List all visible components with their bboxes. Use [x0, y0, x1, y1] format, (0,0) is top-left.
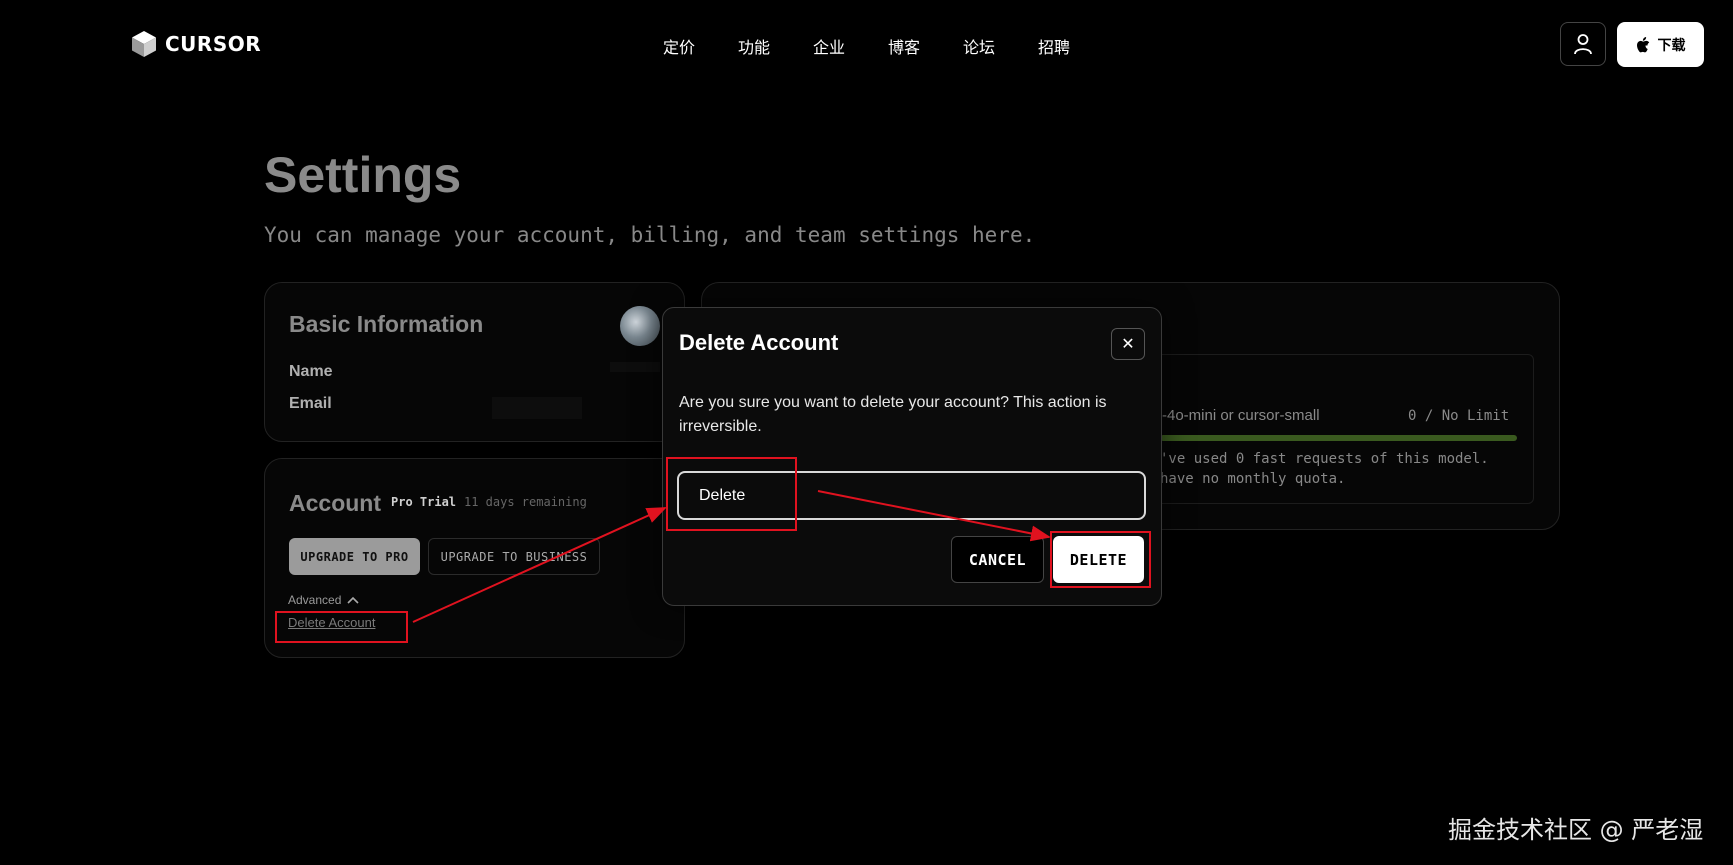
dialog-message: Are you sure you want to delete your acc…	[679, 394, 1107, 435]
upgrade-to-pro-button[interactable]: UPGRADE TO PRO	[289, 538, 420, 575]
usage-value: 0 / No Limit	[1408, 408, 1510, 424]
dialog-title: Delete Account	[679, 330, 839, 355]
email-value-redacted	[492, 397, 582, 419]
nav-features[interactable]: 功能	[734, 34, 774, 58]
page-subtitle: You can manage your account, billing, an…	[264, 223, 1036, 247]
highlight-delete-link	[275, 611, 408, 643]
download-label: 下载	[1657, 37, 1686, 54]
highlight-input	[666, 457, 797, 531]
account-title: Account	[289, 490, 381, 516]
dialog-close-button[interactable]: ✕	[1111, 328, 1145, 360]
usage-model-name: -4o-mini or cursor-small	[1162, 407, 1320, 424]
advanced-label: Advanced	[288, 593, 342, 607]
plan-badge: Pro Trial	[391, 495, 457, 509]
watermark: 掘金技术社区 @ 严老湿	[1448, 816, 1704, 844]
trial-remaining: 11 days remaining	[464, 495, 587, 509]
advanced-toggle[interactable]: Advanced	[288, 593, 359, 607]
download-button[interactable]: 下载	[1617, 22, 1704, 67]
usage-note-line2: have no monthly quota.	[1160, 471, 1346, 487]
close-icon: ✕	[1121, 336, 1135, 353]
nav-blog[interactable]: 博客	[884, 34, 924, 58]
name-value-redacted	[610, 362, 660, 372]
chevron-up-icon	[347, 596, 359, 604]
page-title: Settings	[264, 147, 462, 203]
main-nav: 定价 功能 企业 博客 论坛 招聘	[0, 34, 1733, 58]
usage-progress-bar	[1160, 435, 1517, 441]
nav-careers[interactable]: 招聘	[1034, 34, 1074, 58]
highlight-delete-button	[1050, 531, 1151, 588]
email-label: Email	[289, 395, 332, 412]
avatar[interactable]	[620, 306, 660, 346]
cancel-button[interactable]: CANCEL	[951, 536, 1044, 583]
nav-pricing[interactable]: 定价	[659, 34, 699, 58]
upgrade-to-business-button[interactable]: UPGRADE TO BUSINESS	[428, 538, 600, 575]
basic-info-title: Basic Information	[289, 311, 484, 337]
name-label: Name	[289, 363, 333, 380]
user-icon	[1574, 34, 1592, 55]
nav-enterprise[interactable]: 企业	[809, 34, 849, 58]
apple-icon	[1636, 36, 1649, 52]
account-button[interactable]	[1560, 22, 1606, 66]
nav-forum[interactable]: 论坛	[959, 34, 999, 58]
usage-note-line1: 've used 0 fast requests of this model.	[1160, 451, 1489, 467]
